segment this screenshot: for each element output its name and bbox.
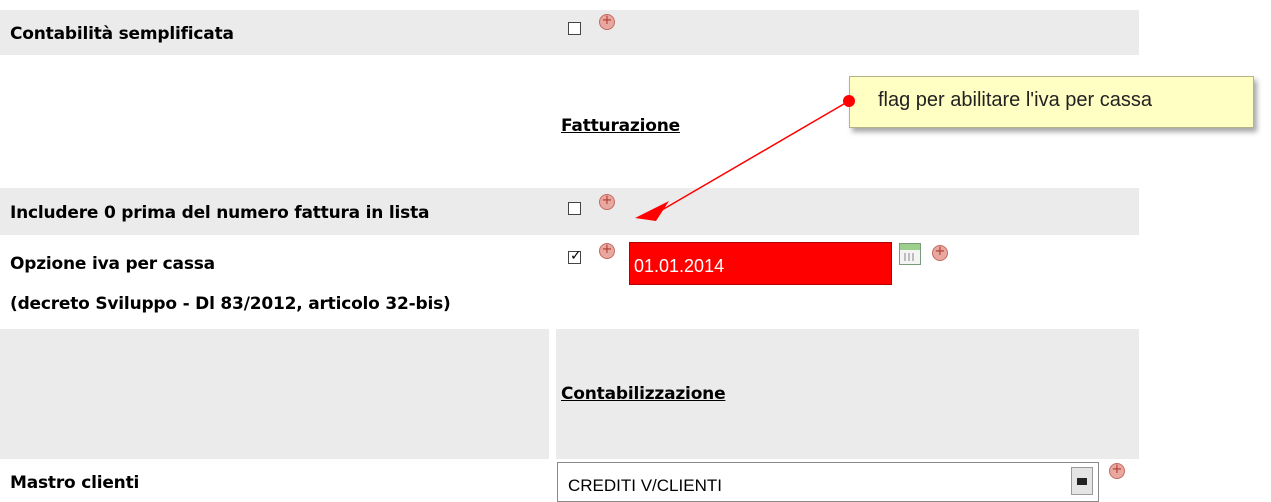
iva-cassa-label: Opzione iva per cassa (10, 254, 215, 274)
section-title-contabilizzazione: Contabilizzazione (561, 384, 726, 404)
add-circle-icon[interactable] (599, 193, 615, 210)
contabilita-semplificata-checkbox[interactable] (568, 22, 581, 35)
mastro-clienti-select[interactable]: CREDITI V/CLIENTI (557, 462, 1099, 502)
includere-zero-checkbox[interactable] (568, 202, 581, 215)
add-circle-icon[interactable] (1109, 462, 1125, 479)
contabilita-semplificata-label: Contabilità semplificata (10, 24, 234, 44)
includere-zero-label: Includere 0 prima del numero fattura in … (10, 203, 430, 223)
callout-tooltip: flag per abilitare l'iva per cassa (849, 76, 1254, 128)
calendar-icon[interactable] (899, 243, 921, 265)
iva-cassa-date-input[interactable]: 01.01.2014 (629, 242, 892, 285)
dropdown-arrow-icon[interactable] (1071, 467, 1093, 495)
section-title-fatturazione: Fatturazione (561, 116, 680, 136)
add-circle-icon[interactable] (932, 244, 948, 261)
checkmark-icon: ✓ (570, 248, 582, 264)
iva-cassa-checkbox[interactable]: ✓ (568, 248, 582, 264)
callout-text: flag per abilitare l'iva per cassa (878, 89, 1152, 111)
add-circle-icon[interactable] (599, 13, 615, 30)
mastro-clienti-label: Mastro clienti (10, 473, 140, 493)
iva-cassa-sublabel: (decreto Sviluppo - Dl 83/2012, articolo… (10, 294, 451, 314)
add-circle-icon[interactable] (599, 242, 615, 259)
row-contabilizzazione-label-band (0, 329, 549, 459)
